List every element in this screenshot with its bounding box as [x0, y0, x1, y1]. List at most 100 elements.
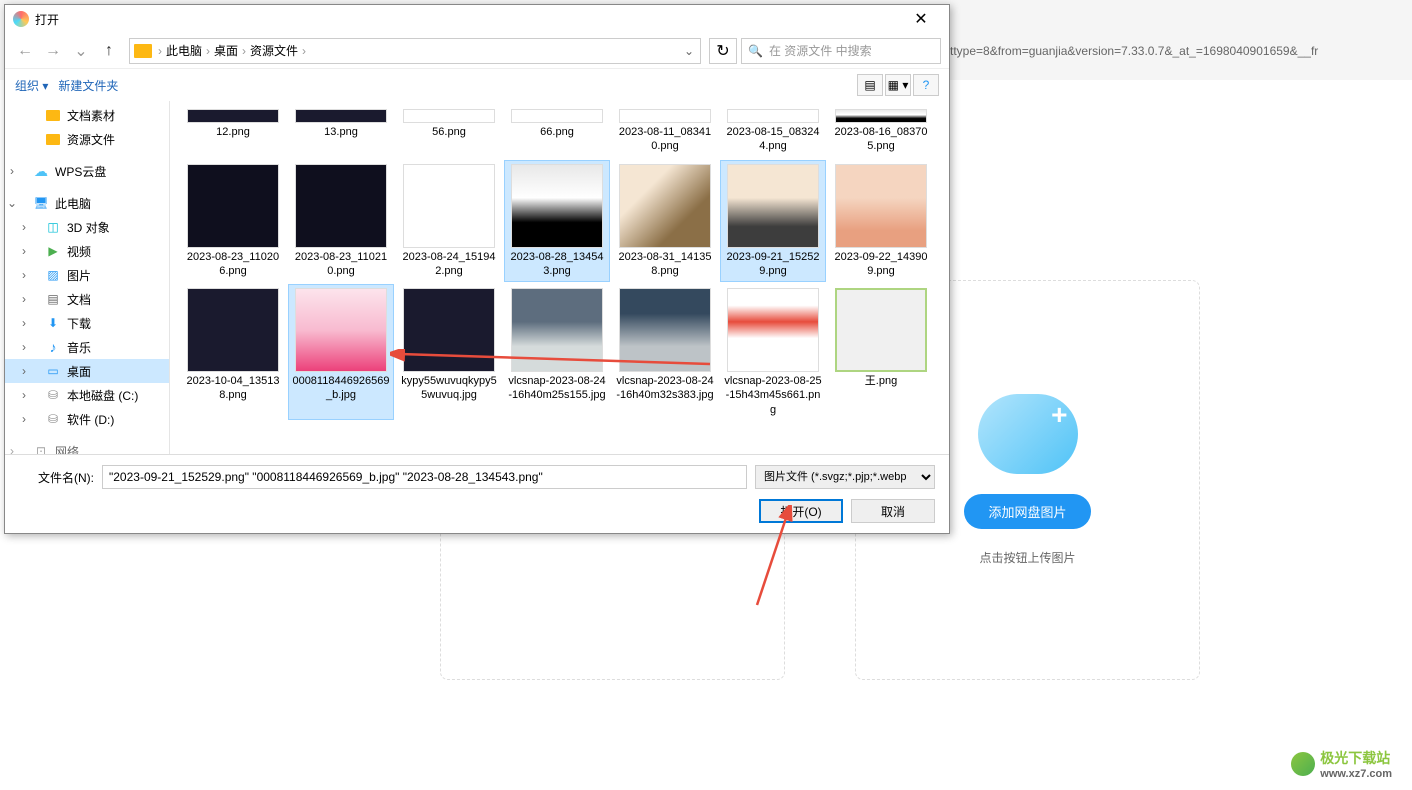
organize-menu[interactable]: 组织 ▾ [15, 77, 48, 94]
file-item[interactable]: 2023-08-16_083705.png [828, 105, 934, 158]
file-thumbnail [511, 109, 603, 123]
search-placeholder: 在 资源文件 中搜索 [769, 42, 872, 59]
file-label: 2023-08-24_151942.png [400, 250, 498, 279]
watermark-name: 极光下载站 [1320, 748, 1392, 768]
close-button[interactable]: ✕ [901, 6, 941, 32]
breadcrumb-seg-0[interactable]: 此电脑 [164, 42, 204, 59]
file-label: 2023-08-15_083244.png [724, 125, 822, 154]
cancel-button[interactable]: 取消 [851, 499, 935, 523]
file-item[interactable]: 2023-08-15_083244.png [720, 105, 826, 158]
filetype-select[interactable]: 图片文件 (*.svgz;*.pjp;*.webp [755, 465, 935, 489]
refresh-button[interactable]: ↻ [709, 38, 737, 64]
file-thumbnail [295, 288, 387, 372]
dialog-footer: 文件名(N): 图片文件 (*.svgz;*.pjp;*.webp 打开(O) … [5, 454, 949, 533]
filename-input[interactable] [102, 465, 747, 489]
sidebar-desktop[interactable]: ›▭桌面 [5, 359, 169, 383]
file-item[interactable]: 2023-08-23_110210.png [288, 160, 394, 283]
search-input[interactable]: 🔍 在 资源文件 中搜索 [741, 38, 941, 64]
file-item[interactable]: vlcsnap-2023-08-24-16h40m25s155.jpg [504, 284, 610, 420]
sidebar-computer[interactable]: ⌄🖥此电脑 [5, 191, 169, 215]
filename-label: 文件名(N): [19, 469, 94, 486]
file-thumbnail [403, 164, 495, 248]
file-label: 0008118446926569_b.jpg [292, 374, 390, 403]
file-item[interactable]: 66.png [504, 105, 610, 158]
nav-up-button[interactable]: ↑ [97, 39, 121, 63]
help-button[interactable]: ? [913, 74, 939, 96]
sidebar-folder-1[interactable]: 资源文件 [5, 127, 169, 151]
file-label: 2023-09-22_143909.png [832, 250, 930, 279]
file-grid-area[interactable]: 12.png13.png56.png 66.png 2023-08-11_08341… [170, 101, 949, 454]
file-thumbnail [835, 288, 927, 372]
file-item[interactable]: 2023-08-11_083410.png [612, 105, 718, 158]
file-item[interactable]: 2023-10-04_135138.png [180, 284, 286, 420]
file-label: vlcsnap-2023-08-25-15h43m45s661.png [724, 374, 822, 416]
dialog-navbar: ← → ⌄ ↑ › 此电脑 › 桌面 › 资源文件 › ⌄ ↻ 🔍 在 资源文件… [5, 33, 949, 69]
file-thumbnail [511, 288, 603, 372]
file-label: 2023-08-23_110206.png [184, 250, 282, 279]
file-thumbnail [619, 288, 711, 372]
breadcrumb-seg-1[interactable]: 桌面 [212, 42, 240, 59]
cloud-icon [978, 394, 1078, 474]
file-thumbnail [511, 164, 603, 248]
file-item[interactable]: kypy55wuvuqkypy55wuvuq.jpg [396, 284, 502, 420]
file-item[interactable]: 2023-08-24_151942.png [396, 160, 502, 283]
sidebar-music[interactable]: ›♪音乐 [5, 335, 169, 359]
file-item[interactable]: 2023-08-31_141358.png [612, 160, 718, 283]
file-label: vlcsnap-2023-08-24-16h40m32s383.jpg [616, 374, 714, 403]
breadcrumb-seg-2[interactable]: 资源文件 [248, 42, 300, 59]
file-item[interactable]: 56.png [396, 105, 502, 158]
file-thumbnail [403, 109, 495, 123]
file-thumbnail [835, 164, 927, 248]
sidebar-wps[interactable]: ›☁WPS云盘 [5, 159, 169, 183]
sidebar-disk-d[interactable]: ›⛁软件 (D:) [5, 407, 169, 431]
file-label: 66.png [540, 125, 574, 139]
file-item[interactable]: 12.png [180, 105, 286, 158]
file-thumbnail [295, 164, 387, 248]
folder-icon [134, 44, 152, 58]
nav-forward-button[interactable]: → [41, 39, 65, 63]
sidebar-video[interactable]: ›▶视频 [5, 239, 169, 263]
sidebar-pictures[interactable]: ›▨图片 [5, 263, 169, 287]
file-thumbnail [727, 288, 819, 372]
file-thumbnail [295, 109, 387, 123]
file-item[interactable]: 2023-08-28_134543.png [504, 160, 610, 283]
file-item[interactable]: 0008118446926569_b.jpg [288, 284, 394, 420]
sidebar-downloads[interactable]: ›⬇下载 [5, 311, 169, 335]
view-thumb-button[interactable]: ▤ [857, 74, 883, 96]
sidebar-network[interactable]: ›⊡网络 [5, 439, 169, 454]
file-item[interactable]: vlcsnap-2023-08-24-16h40m32s383.jpg [612, 284, 718, 420]
chevron-down-icon[interactable]: ⌄ [682, 44, 696, 58]
nav-back-button[interactable]: ← [13, 39, 37, 63]
file-label: 2023-08-28_134543.png [508, 250, 606, 279]
add-cloud-image-button[interactable]: 添加网盘图片 [964, 494, 1090, 529]
cloud-upload-hint: 点击按钮上传图片 [979, 549, 1075, 566]
file-item[interactable]: 王.png [828, 284, 934, 420]
sidebar-documents[interactable]: ›▤文档 [5, 287, 169, 311]
open-button[interactable]: 打开(O) [759, 499, 843, 523]
sidebar-3d[interactable]: ›◫3D 对象 [5, 215, 169, 239]
file-item[interactable]: 2023-08-23_110206.png [180, 160, 286, 283]
file-item[interactable]: vlcsnap-2023-08-25-15h43m45s661.png [720, 284, 826, 420]
nav-dropdown-button[interactable]: ⌄ [69, 39, 93, 63]
file-item[interactable]: 13.png [288, 105, 394, 158]
app-icon [13, 11, 29, 27]
file-open-dialog: 打开 ✕ ← → ⌄ ↑ › 此电脑 › 桌面 › 资源文件 › ⌄ ↻ 🔍 在… [4, 4, 950, 534]
watermark: 极光下载站 www.xz7.com [1291, 748, 1392, 780]
file-label: 2023-08-23_110210.png [292, 250, 390, 279]
view-mode-button[interactable]: ▦ ▾ [885, 74, 911, 96]
file-label: 2023-08-11_083410.png [616, 125, 714, 154]
dialog-toolbar: 组织 ▾ 新建文件夹 ▤ ▦ ▾ ? [5, 69, 949, 101]
breadcrumb[interactable]: › 此电脑 › 桌面 › 资源文件 › ⌄ [129, 38, 701, 64]
sidebar-disk-c[interactable]: ›⛁本地磁盘 (C:) [5, 383, 169, 407]
sidebar-folder-0[interactable]: 文档素材 [5, 103, 169, 127]
new-folder-button[interactable]: 新建文件夹 [58, 77, 118, 94]
watermark-icon [1291, 752, 1315, 776]
dialog-body: 文档素材 资源文件 ›☁WPS云盘 ⌄🖥此电脑 ›◫3D 对象 ›▶视频 ›▨图… [5, 101, 949, 454]
file-item[interactable]: 2023-09-21_152529.png [720, 160, 826, 283]
file-thumbnail [187, 288, 279, 372]
search-icon: 🔍 [748, 44, 763, 58]
dialog-sidebar[interactable]: 文档素材 资源文件 ›☁WPS云盘 ⌄🖥此电脑 ›◫3D 对象 ›▶视频 ›▨图… [5, 101, 170, 454]
file-item[interactable]: 2023-09-22_143909.png [828, 160, 934, 283]
file-label: 王.png [865, 374, 897, 388]
browser-url: ttype=8&from=guanjia&version=7.33.0.7&_a… [950, 44, 1412, 64]
